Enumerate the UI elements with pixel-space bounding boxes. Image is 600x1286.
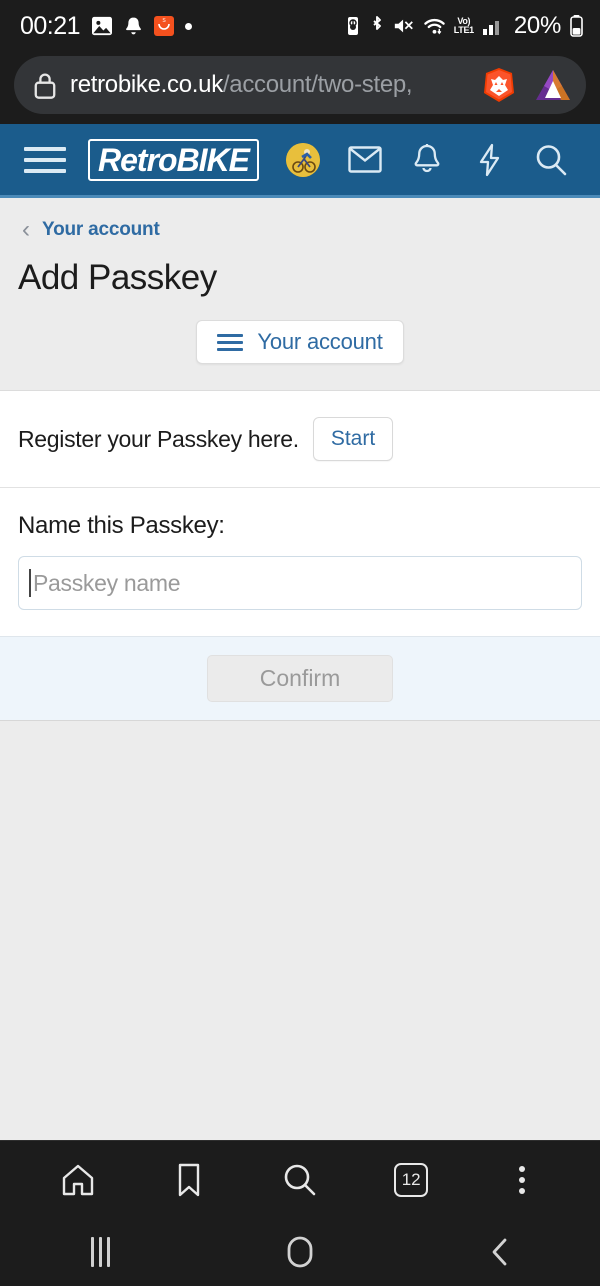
page-title: Add Passkey — [18, 258, 217, 297]
start-button[interactable]: Start — [312, 417, 394, 461]
home-circle-icon[interactable] — [250, 1218, 350, 1286]
volte-icon: Vo) LTE1 — [453, 16, 474, 35]
page-content: ‹ Your account Add Passkey Your account … — [0, 198, 600, 1140]
lock-icon — [32, 70, 58, 100]
bluetooth-icon — [369, 15, 385, 37]
shopping-app-badge: S — [154, 16, 175, 36]
confirm-button[interactable]: Confirm — [206, 655, 394, 702]
url-path: /account/two-step, — [222, 71, 413, 98]
battery-percent: 20% — [513, 12, 561, 39]
status-bar: 00:21 S Vo) LTE1 20% — [0, 0, 600, 52]
back-chevron-icon[interactable]: ‹ — [22, 218, 30, 242]
site-logo[interactable]: RetroBIKE — [88, 138, 260, 181]
account-button-row: Your account — [0, 298, 600, 390]
tab-counter-button[interactable]: 12 — [375, 1149, 447, 1211]
battery-icon — [569, 14, 584, 38]
screenshot-icon — [91, 16, 113, 36]
hamburger-icon — [217, 333, 244, 351]
name-row: Name this Passkey: Passkey name — [0, 488, 600, 636]
your-account-button[interactable]: Your account — [196, 320, 404, 364]
search-icon[interactable] — [264, 1149, 336, 1211]
phone-screen: 00:21 S Vo) LTE1 20% retrobike.co.uk/acc… — [0, 0, 600, 1286]
recents-icon[interactable] — [50, 1218, 150, 1286]
wifi-icon — [423, 16, 446, 36]
status-dot — [185, 22, 193, 30]
register-label: Register your Passkey here. — [18, 425, 299, 452]
breadcrumb-link[interactable]: Your account — [42, 219, 160, 241]
url-bar-container: retrobike.co.uk/account/two-step, — [0, 52, 600, 124]
url-bar[interactable]: retrobike.co.uk/account/two-step, — [14, 56, 586, 114]
brave-lion-icon[interactable] — [482, 67, 516, 103]
breadcrumb[interactable]: ‹ Your account — [0, 198, 600, 242]
header-icons — [272, 142, 582, 177]
notification-bell-icon — [124, 16, 143, 37]
home-icon[interactable] — [42, 1149, 114, 1211]
battery-saver-icon — [345, 15, 361, 37]
site-header: RetroBIKE — [0, 124, 600, 198]
name-passkey-label: Name this Passkey: — [18, 512, 225, 539]
page-empty-area — [0, 721, 600, 1140]
bookmark-icon[interactable] — [153, 1149, 225, 1211]
url-text[interactable]: retrobike.co.uk/account/two-step, — [70, 71, 470, 99]
url-domain: retrobike.co.uk — [70, 71, 223, 98]
back-chevron-icon[interactable] — [450, 1218, 550, 1286]
lightning-icon[interactable] — [458, 143, 520, 177]
status-clock: 00:21 — [20, 11, 81, 40]
text-caret — [29, 569, 31, 597]
search-icon[interactable] — [520, 143, 582, 177]
bell-icon[interactable] — [396, 143, 458, 176]
browser-bottom-bar: 12 — [0, 1140, 600, 1218]
status-bar-right: Vo) LTE1 20% — [345, 12, 584, 40]
kebab-menu-icon[interactable] — [486, 1149, 558, 1211]
user-avatar[interactable] — [272, 142, 334, 177]
android-nav-bar — [0, 1218, 600, 1286]
mail-icon[interactable] — [334, 146, 396, 173]
status-bar-left: 00:21 S — [20, 11, 193, 41]
hamburger-icon[interactable] — [24, 146, 66, 173]
confirm-footer: Confirm — [0, 636, 600, 721]
passkey-name-placeholder: Passkey name — [33, 569, 181, 596]
bat-triangle-icon[interactable] — [534, 68, 572, 102]
passkey-panel: Register your Passkey here. Start Name t… — [0, 390, 600, 721]
passkey-name-input[interactable]: Passkey name — [18, 556, 582, 610]
tab-count-label: 12 — [394, 1162, 429, 1197]
your-account-button-label: Your account — [257, 329, 383, 354]
mute-icon — [393, 16, 415, 36]
register-row: Register your Passkey here. Start — [0, 391, 600, 488]
signal-bars-icon — [482, 16, 504, 36]
